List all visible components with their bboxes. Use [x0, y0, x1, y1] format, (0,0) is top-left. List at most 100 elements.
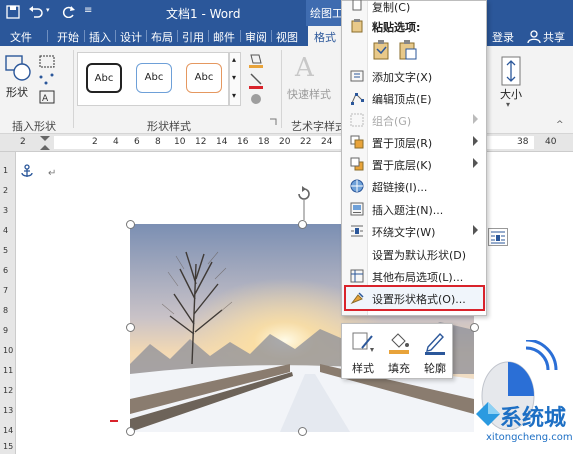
menu-item-wrap-text[interactable]: 环绕文字(W): [342, 220, 486, 242]
ruler-mark: 3: [3, 206, 9, 215]
svg-text:A: A: [42, 94, 49, 104]
ribbon: 形状 A 插入形状 Abc Abc Abc ▴ ▾ ▾ 形状样式 A 快速样式 …: [0, 46, 573, 134]
group-icon: [350, 113, 364, 127]
tab-mailings[interactable]: 邮件: [213, 29, 235, 45]
vertical-ruler: 1 2 3 4 5 6 7 8 9 10 11 12 13 14 15: [0, 152, 16, 454]
ruler-mark: 2: [3, 186, 9, 195]
caption-icon: [350, 202, 364, 216]
ruler-mark: 7: [3, 286, 9, 295]
ruler-mark: 10: [3, 346, 14, 355]
ruler-mark: 8: [155, 137, 161, 147]
drawing-tools-context: 绘图工: [306, 0, 343, 26]
menu-item-more-layout-options[interactable]: 其他布局选项(L)...: [342, 265, 486, 287]
ruler-mark: 18: [258, 137, 270, 147]
save-icon[interactable]: [6, 5, 20, 19]
redo-icon[interactable]: [62, 4, 76, 18]
dialog-launcher-icon[interactable]: [269, 118, 278, 127]
tab-references[interactable]: 引用: [182, 29, 204, 45]
ruler-mark: 24: [321, 137, 333, 147]
minibar-style-button[interactable]: 样式: [346, 328, 380, 376]
minibar-outline-button[interactable]: 轮廓: [418, 328, 452, 376]
tab-home[interactable]: 开始: [57, 29, 79, 45]
indent-marker-icon[interactable]: [40, 136, 50, 150]
customize-toolbar-icon[interactable]: ≡: [84, 5, 92, 16]
gallery-scroll[interactable]: ▴ ▾ ▾: [229, 52, 241, 106]
tab-layout[interactable]: 布局: [151, 29, 173, 45]
login-link[interactable]: 登录: [492, 29, 514, 45]
tab-file[interactable]: 文件: [10, 29, 32, 45]
menu-item-set-default-shape[interactable]: 设置为默认形状(D): [342, 243, 486, 265]
ruler-mark: 9: [3, 326, 9, 335]
ruler-mark: 14: [3, 426, 14, 435]
ruler-mark: 4: [113, 137, 119, 147]
menu-item-send-to-back[interactable]: 置于底层(K): [342, 153, 486, 175]
paste-options-row[interactable]: [342, 37, 486, 63]
resize-handle-e[interactable]: [470, 323, 479, 332]
size-button[interactable]: 大小: [500, 86, 522, 102]
watermark-diamond-icon: [476, 402, 500, 426]
style-preset-orange[interactable]: Abc: [186, 63, 222, 93]
resize-handle-s[interactable]: [298, 427, 307, 436]
ruler-mark: 8: [3, 306, 9, 315]
tab-view[interactable]: 视图: [276, 29, 298, 45]
shapes-button[interactable]: 形状: [6, 84, 28, 100]
art-styles-group-label: 艺术字样式: [291, 120, 346, 133]
size-dropdown-icon[interactable]: ▾: [506, 100, 510, 109]
add-text-icon: [350, 70, 364, 82]
resize-handle-nw[interactable]: [126, 220, 135, 229]
resize-handle-sw[interactable]: [126, 427, 135, 436]
rotate-handle-icon[interactable]: [294, 184, 314, 224]
ruler-mark: 6: [134, 137, 140, 147]
share-icon[interactable]: [527, 29, 541, 43]
layout-options-icon: [350, 269, 364, 283]
menu-item-add-text[interactable]: 添加文字(X): [342, 65, 486, 87]
anchor-icon[interactable]: [20, 164, 34, 178]
share-button[interactable]: 共享: [543, 29, 565, 45]
ruler-mark: 13: [3, 406, 14, 415]
shapes-icon[interactable]: [4, 54, 32, 82]
ruler-mark: 12: [3, 386, 14, 395]
svg-text:A: A: [294, 53, 315, 82]
pen-outline-icon: [425, 332, 445, 355]
ruler-mark: 2: [20, 137, 26, 147]
watermark-logo: 系统城 xitongcheng.com: [476, 340, 573, 454]
quick-styles-icon[interactable]: A: [291, 52, 323, 82]
menu-item-bring-to-front[interactable]: 置于顶层(R): [342, 131, 486, 153]
undo-icon[interactable]: [28, 5, 44, 19]
tab-format[interactable]: 格式: [308, 26, 342, 46]
send-back-icon: [350, 157, 364, 171]
ruler-mark: 1: [3, 166, 9, 175]
ruler-mark: 14: [216, 137, 228, 147]
collapse-ribbon-icon[interactable]: ^: [556, 120, 564, 130]
tab-design[interactable]: 设计: [120, 29, 142, 45]
ruler-mark: 2: [92, 137, 98, 147]
paragraph-mark-icon: ↵: [48, 168, 57, 179]
ruler-mark: 10: [174, 137, 186, 147]
paste-keep-format-icon[interactable]: [372, 39, 392, 61]
shape-tools-icons[interactable]: A: [38, 53, 68, 109]
size-icon[interactable]: [501, 56, 521, 86]
resize-handle-w[interactable]: [126, 323, 135, 332]
cursor-marker: [110, 420, 118, 422]
menu-item-group[interactable]: 组合(G): [342, 109, 486, 131]
watermark-brand: 系统城: [500, 406, 567, 431]
paste-picture-icon[interactable]: [398, 39, 418, 61]
ruler-mark: 4: [3, 226, 9, 235]
title-bar: ▾ ≡ 文档1 - Word 绘图工: [0, 0, 573, 26]
layout-options-button-icon[interactable]: [488, 228, 508, 246]
fill-outline-effects-icons[interactable]: [247, 52, 271, 108]
submenu-arrow-icon: [473, 114, 478, 124]
ruler-mark: 6: [3, 266, 9, 275]
quick-styles-button[interactable]: 快速样式: [287, 86, 331, 102]
ruler-mark: 12: [195, 137, 207, 147]
menu-item-hyperlink[interactable]: 超链接(I)...: [342, 175, 486, 197]
tab-review[interactable]: 审阅: [245, 29, 267, 45]
menu-item-insert-caption[interactable]: 插入题注(N)...: [342, 198, 486, 220]
tab-insert[interactable]: 插入: [89, 29, 111, 45]
menu-item-edit-points[interactable]: 编辑顶点(E): [342, 87, 486, 109]
style-preset-black[interactable]: Abc: [86, 63, 122, 93]
style-preset-blue[interactable]: Abc: [136, 63, 172, 93]
undo-dropdown-icon[interactable]: ▾: [46, 6, 50, 14]
copy-icon: [352, 0, 362, 11]
minibar-fill-button[interactable]: 填充: [382, 328, 416, 376]
